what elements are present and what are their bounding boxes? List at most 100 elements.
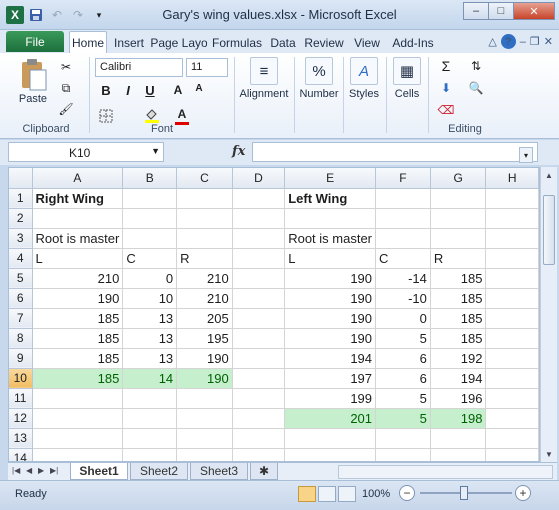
workbook-minimize-icon[interactable]: –: [520, 36, 526, 48]
cell-e11[interactable]: 199: [284, 388, 377, 409]
cell-b10[interactable]: 14: [122, 368, 178, 389]
row-header[interactable]: 14: [9, 448, 33, 461]
fill-color-icon[interactable]: [144, 107, 160, 123]
copy-icon[interactable]: ⧉: [58, 80, 74, 96]
cell-a2[interactable]: [32, 208, 124, 229]
page-break-view-icon[interactable]: [338, 486, 356, 502]
number-button[interactable]: % Number: [297, 57, 341, 100]
paste-icon[interactable]: [18, 58, 48, 92]
cell-a9[interactable]: 185: [32, 348, 124, 369]
cell-e4[interactable]: L: [284, 248, 377, 269]
cell-b2[interactable]: [122, 208, 178, 229]
cell-d7[interactable]: [232, 308, 286, 329]
row-header[interactable]: 3: [9, 228, 33, 249]
next-sheet-icon[interactable]: ▶: [38, 466, 44, 475]
cell-f9[interactable]: 6: [375, 348, 431, 369]
cell-h9[interactable]: [485, 348, 539, 369]
cell-table[interactable]: A B C D E F G H 1 Right Wing Left Wing 2 3 Root is ma…: [9, 168, 539, 461]
cell-f8[interactable]: 5: [375, 328, 431, 349]
tab-home[interactable]: Home: [69, 31, 107, 53]
cell-b3[interactable]: [122, 228, 178, 249]
cell-d5[interactable]: [232, 268, 286, 289]
cell-e13[interactable]: [284, 428, 377, 449]
cell-d12[interactable]: [232, 408, 286, 429]
cell-a14[interactable]: [32, 448, 124, 461]
cell-c5[interactable]: 210: [176, 268, 233, 289]
column-header-g[interactable]: G: [430, 168, 487, 189]
cell-c3[interactable]: [176, 228, 233, 249]
cell-b5[interactable]: 0: [122, 268, 178, 289]
horizontal-scrollbar[interactable]: [338, 465, 553, 479]
tab-file[interactable]: File: [6, 31, 64, 52]
cell-g10[interactable]: 194: [430, 368, 487, 389]
cell-d10[interactable]: [232, 368, 286, 389]
cell-g11[interactable]: 196: [430, 388, 487, 409]
insert-function-icon[interactable]: fx: [232, 144, 245, 159]
cell-g2[interactable]: [430, 208, 487, 229]
underline-button[interactable]: U: [141, 83, 159, 98]
font-name-select[interactable]: Calibri: [95, 58, 183, 77]
cell-b7[interactable]: 13: [122, 308, 178, 329]
tab-page-layout[interactable]: Page Layo: [151, 33, 207, 53]
cell-a6[interactable]: 190: [32, 288, 124, 309]
column-header-d[interactable]: D: [232, 168, 286, 189]
sheet-tab-sheet1[interactable]: Sheet1: [70, 463, 128, 480]
autosum-icon[interactable]: Σ: [438, 58, 454, 74]
maximize-button[interactable]: □: [488, 2, 514, 20]
cell-h8[interactable]: [485, 328, 539, 349]
cell-f1[interactable]: [375, 188, 431, 209]
paste-button[interactable]: Paste: [14, 93, 52, 105]
cell-f14[interactable]: [375, 448, 431, 461]
sheet-tab-sheet3[interactable]: Sheet3: [190, 463, 248, 480]
styles-button[interactable]: A Styles: [346, 57, 382, 100]
select-all-corner[interactable]: [9, 168, 33, 189]
cut-icon[interactable]: ✂: [58, 59, 74, 75]
cell-b9[interactable]: 13: [122, 348, 178, 369]
column-header-a[interactable]: A: [32, 168, 124, 189]
cell-e6[interactable]: 190: [284, 288, 377, 309]
cell-e7[interactable]: 190: [284, 308, 377, 329]
cell-g9[interactable]: 192: [430, 348, 487, 369]
cell-c2[interactable]: [176, 208, 233, 229]
cell-a5[interactable]: 210: [32, 268, 124, 289]
workbook-restore-icon[interactable]: ❐: [530, 35, 540, 48]
cell-g7[interactable]: 185: [430, 308, 487, 329]
cell-d2[interactable]: [232, 208, 286, 229]
cell-d8[interactable]: [232, 328, 286, 349]
cell-b13[interactable]: [122, 428, 178, 449]
row-header[interactable]: 5: [9, 268, 33, 289]
cell-f11[interactable]: 5: [375, 388, 431, 409]
clear-icon[interactable]: ⌫: [438, 102, 455, 118]
chevron-down-icon[interactable]: ▼: [151, 146, 160, 156]
vertical-scrollbar[interactable]: ▲ ▼: [540, 167, 557, 462]
find-select-icon[interactable]: 🔍: [468, 80, 484, 96]
page-layout-view-icon[interactable]: [318, 486, 336, 502]
cell-b4[interactable]: C: [122, 248, 178, 269]
cell-a3[interactable]: Root is master: [32, 228, 124, 249]
italic-button[interactable]: I: [119, 83, 137, 98]
cell-b12[interactable]: [122, 408, 178, 429]
cell-e3[interactable]: Root is master: [284, 228, 377, 249]
cell-a7[interactable]: 185: [32, 308, 124, 329]
help-icon[interactable]: ?: [500, 34, 516, 49]
cell-h13[interactable]: [485, 428, 539, 449]
column-header-f[interactable]: F: [375, 168, 431, 189]
cell-a13[interactable]: [32, 428, 124, 449]
row-header[interactable]: 10: [9, 368, 33, 389]
row-header[interactable]: 7: [9, 308, 33, 329]
cell-h1[interactable]: [485, 188, 539, 209]
font-size-select[interactable]: 11: [186, 58, 228, 77]
cell-c10[interactable]: 190: [176, 368, 233, 389]
cells-button[interactable]: ▦ Cells: [391, 57, 423, 100]
column-header-b[interactable]: B: [122, 168, 178, 189]
cell-e9[interactable]: 194: [284, 348, 377, 369]
cell-d1[interactable]: [232, 188, 286, 209]
cell-f7[interactable]: 0: [375, 308, 431, 329]
cell-a12[interactable]: [32, 408, 124, 429]
cell-d11[interactable]: [232, 388, 286, 409]
insert-sheet-icon[interactable]: ✱: [250, 463, 278, 480]
row-header[interactable]: 1: [9, 188, 33, 209]
cell-g12[interactable]: 198: [430, 408, 487, 429]
last-sheet-icon[interactable]: ▶|: [50, 466, 58, 475]
cell-c8[interactable]: 195: [176, 328, 233, 349]
